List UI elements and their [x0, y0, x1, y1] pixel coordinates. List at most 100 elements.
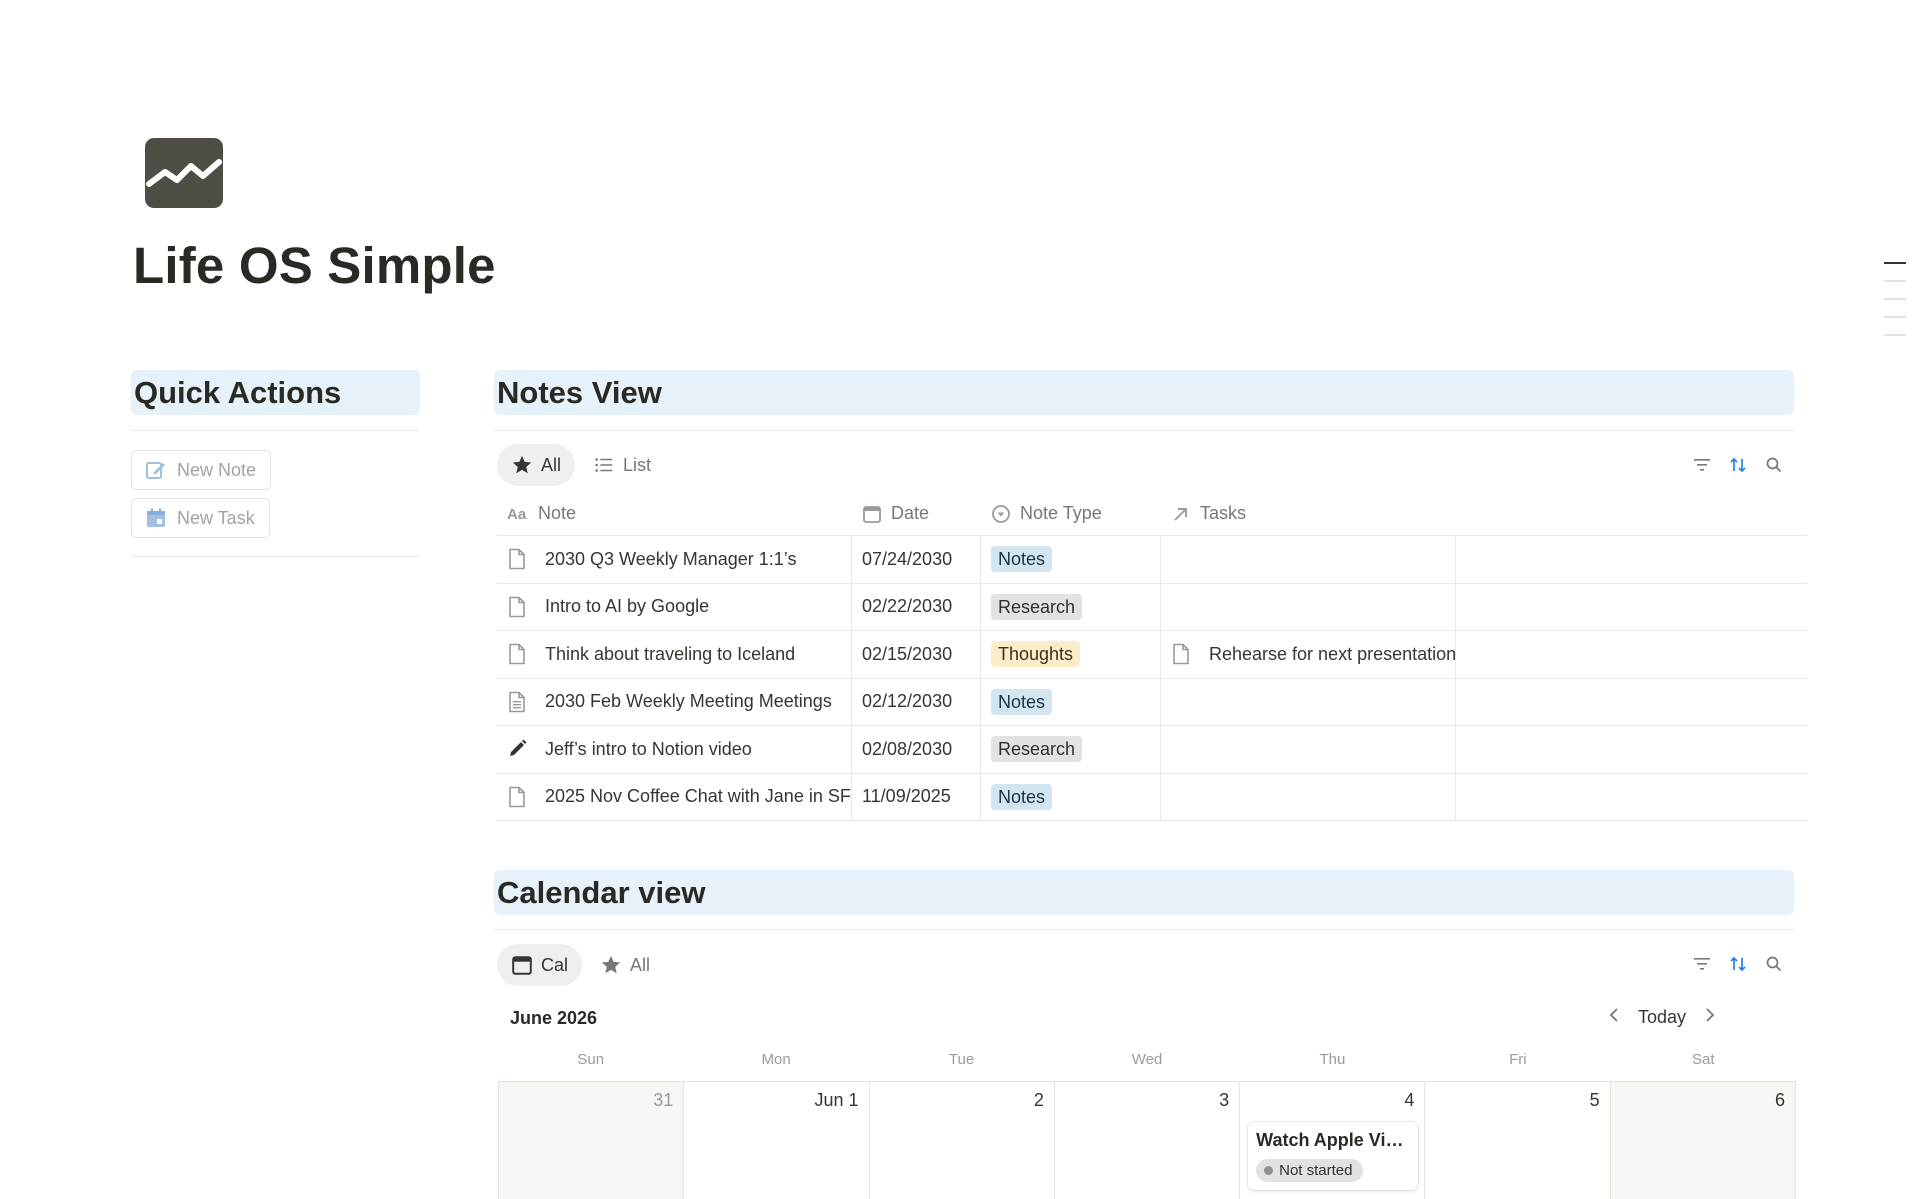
sort-icon[interactable] — [1720, 447, 1756, 483]
cell-note[interactable]: 2030 Feb Weekly Meeting Meetings — [497, 678, 852, 725]
tab-all-label: All — [630, 954, 651, 975]
table-row[interactable]: Think about traveling to Iceland 02/15/20… — [497, 631, 1807, 679]
cell-date[interactable]: 11/09/2025 — [852, 773, 981, 820]
event-title: Watch Apple Vi… — [1256, 1130, 1404, 1150]
table-row[interactable]: 2030 Q3 Weekly Manager 1:1’s 07/24/2030 No… — [497, 536, 1807, 584]
tab-list[interactable]: List — [579, 444, 665, 486]
quick-actions-heading: Quick Actions — [131, 370, 420, 415]
tab-all-label: All — [541, 454, 562, 475]
column-label: Note Type — [1020, 503, 1102, 523]
tab-cal-label: Cal — [541, 954, 569, 975]
table-row[interactable]: 2025 Nov Coffee Chat with Jane in SF 11/0… — [497, 773, 1807, 821]
chevron-right-icon[interactable] — [1700, 1006, 1718, 1029]
column-header-date[interactable]: Date — [852, 492, 981, 536]
table-row[interactable]: Jeff’s intro to Notion video 02/08/2030 Re… — [497, 726, 1807, 774]
cell-note-type[interactable]: Notes — [981, 678, 1161, 725]
divider — [494, 929, 1794, 930]
calendar-day-cell[interactable]: 31 — [499, 1082, 685, 1199]
calendar-day-cell[interactable]: 2 — [869, 1082, 1055, 1199]
edit-note-icon — [146, 462, 165, 479]
cell-tasks[interactable] — [1161, 536, 1456, 583]
divider — [131, 556, 419, 557]
cell-note[interactable]: 2025 Nov Coffee Chat with Jane in SF — [497, 773, 852, 820]
cell-note-type[interactable]: Thoughts — [981, 631, 1161, 678]
cell-note-type[interactable]: Notes — [981, 536, 1161, 583]
new-task-button[interactable]: New Task — [131, 498, 270, 538]
cell-date[interactable]: 02/12/2030 — [852, 678, 981, 725]
relation-arrow-icon — [1174, 507, 1187, 521]
cell-date[interactable]: 02/22/2030 — [852, 583, 981, 630]
status-badge: Not started — [1256, 1159, 1363, 1182]
chart-line-icon[interactable] — [145, 138, 223, 208]
cell-note-type[interactable]: Notes — [981, 773, 1161, 820]
column-header-note-type[interactable]: Note Type — [981, 492, 1161, 536]
svg-text:Aa: Aa — [507, 506, 527, 523]
page-icon — [507, 596, 536, 618]
chevron-left-icon[interactable] — [1606, 1006, 1624, 1029]
calendar-day-cell[interactable]: 6 — [1610, 1082, 1796, 1199]
calendar-weekday-header: Sun Mon Tue Wed Thu Fri Sat — [498, 1046, 1796, 1082]
select-property-icon — [992, 504, 1010, 523]
table-row[interactable]: Intro to AI by Google 02/22/2030 Research — [497, 583, 1807, 631]
notes-view-heading: Notes View — [494, 370, 1794, 415]
cell-note-type[interactable]: Research — [981, 726, 1161, 773]
divider — [131, 430, 419, 431]
calendar-day-cell[interactable]: 4 Watch Apple Vi… Not started — [1240, 1082, 1426, 1199]
table-body: 2030 Q3 Weekly Manager 1:1’s 07/24/2030 No… — [497, 536, 1807, 821]
calendar-view-tabs: Cal All — [497, 944, 668, 986]
sort-icon[interactable] — [1720, 946, 1756, 982]
cell-tasks[interactable] — [1161, 726, 1456, 773]
tab-cal[interactable]: Cal — [497, 944, 583, 986]
notes-view-toolbar — [1684, 447, 1792, 483]
date-value: 02/08/2030 — [862, 738, 953, 759]
today-button[interactable]: Today — [1638, 1007, 1686, 1028]
task-link[interactable]: Rehearse for next presentation — [1209, 644, 1455, 665]
calendar-event-card[interactable]: Watch Apple Vi… Not started — [1248, 1122, 1419, 1190]
cell-tasks[interactable] — [1161, 773, 1456, 820]
cell-note[interactable]: Intro to AI by Google — [497, 583, 852, 630]
search-icon[interactable] — [1756, 447, 1792, 483]
column-header-tasks[interactable]: Tasks — [1161, 492, 1456, 536]
note-title: 2025 Nov Coffee Chat with Jane in SF — [545, 786, 851, 807]
day-number: Jun 1 — [814, 1090, 859, 1110]
table-of-contents[interactable] — [1884, 262, 1906, 352]
tab-all[interactable]: All — [586, 944, 664, 986]
star-icon — [512, 455, 532, 474]
cell-note-type[interactable]: Research — [981, 583, 1161, 630]
cell-note[interactable]: Think about traveling to Iceland — [497, 631, 852, 678]
calendar-day-cell[interactable]: 5 — [1425, 1082, 1611, 1199]
cell-note[interactable]: Jeff’s intro to Notion video — [497, 726, 852, 773]
cell-note[interactable]: 2030 Q3 Weekly Manager 1:1’s — [497, 536, 852, 583]
cell-empty — [1456, 726, 1807, 773]
note-type-tag: Research — [991, 593, 1083, 620]
day-number: 5 — [1589, 1090, 1600, 1110]
table-row[interactable]: 2030 Feb Weekly Meeting Meetings 02/12/20… — [497, 678, 1807, 726]
calendar-view-heading: Calendar view — [494, 870, 1794, 915]
cell-date[interactable]: 02/08/2030 — [852, 726, 981, 773]
new-note-button[interactable]: New Note — [131, 450, 272, 490]
cell-date[interactable]: 07/24/2030 — [852, 536, 981, 583]
note-title: Intro to AI by Google — [545, 596, 710, 617]
cell-tasks[interactable] — [1161, 583, 1456, 630]
filter-icon[interactable] — [1684, 447, 1720, 483]
cell-empty — [1456, 679, 1807, 726]
day-number: 4 — [1404, 1090, 1415, 1110]
calendar-month-label: June 2026 — [510, 1008, 598, 1028]
search-icon[interactable] — [1756, 946, 1792, 982]
calendar-day-cell[interactable]: Jun 1 — [684, 1082, 870, 1199]
filter-icon[interactable] — [1684, 946, 1720, 982]
day-number: 3 — [1219, 1090, 1230, 1110]
column-header-note[interactable]: Aa Note — [497, 492, 852, 536]
day-number: 31 — [653, 1090, 674, 1110]
cell-date[interactable]: 02/15/2030 — [852, 631, 981, 678]
page-icon — [507, 548, 536, 570]
calendar-day-cell[interactable]: 3 — [1054, 1082, 1241, 1199]
status-label: Not started — [1279, 1162, 1353, 1179]
cell-tasks[interactable] — [1161, 678, 1456, 725]
tab-all[interactable]: All — [497, 444, 576, 486]
page-icon — [1171, 643, 1200, 665]
cell-tasks[interactable]: Rehearse for next presentation — [1161, 631, 1456, 678]
calendar-icon — [512, 956, 532, 975]
weekday-label: Fri — [1509, 1051, 1527, 1068]
page-icon — [507, 643, 536, 665]
